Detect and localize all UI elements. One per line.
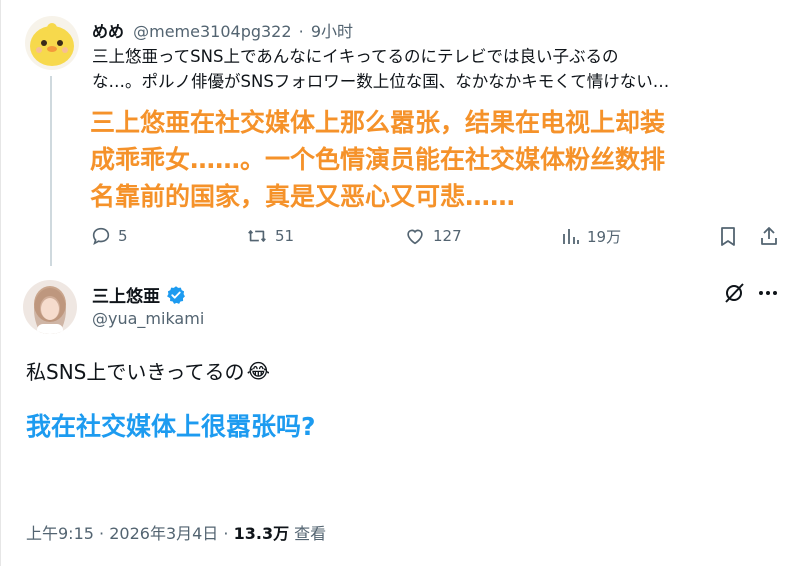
grok-button[interactable] xyxy=(723,282,745,304)
footer-separator: · xyxy=(223,524,229,543)
translation-line: 成乖乖女……。一个色情演员能在社交媒体粉丝数排 xyxy=(90,145,666,174)
main-tweet-text: 私SNS上でいきってるの 😂 xyxy=(26,356,270,385)
tweet-date[interactable]: 2026年3月4日 xyxy=(109,524,218,543)
like-count: 127 xyxy=(433,227,462,245)
bookmark-button[interactable] xyxy=(718,224,738,248)
parent-text-line: な…。ポルノ俳優がSNSフォロワー数上位な国、なかなかキモくて情けない… xyxy=(92,72,670,91)
repost-icon xyxy=(248,230,266,242)
parent-handle[interactable]: @meme3104pg322 xyxy=(133,22,291,41)
bar-chart-icon xyxy=(563,229,579,244)
parent-time[interactable]: 9小时 xyxy=(311,22,353,41)
translation-line: 三上悠亜在社交媒体上那么嚣张，结果在电视上却装 xyxy=(90,108,666,137)
views-count: 19万 xyxy=(587,227,622,246)
tweet-time[interactable]: 上午9:15 xyxy=(26,524,94,543)
reply-button[interactable]: 5 xyxy=(90,224,128,248)
repost-count: 51 xyxy=(275,227,295,245)
reply-count: 5 xyxy=(118,227,128,245)
main-display-name-row: 三上悠亜 xyxy=(92,282,186,307)
main-handle[interactable]: @yua_mikami xyxy=(92,309,204,328)
footer-separator: · xyxy=(99,524,105,543)
header-separator: · xyxy=(298,22,304,41)
bookmark-icon xyxy=(721,227,735,246)
tweet-screenshot: めめ @meme3104pg322 · 9小时 三上悠亜ってSNS上であんなにイ… xyxy=(0,0,800,566)
translation-line: 名靠前的国家，真是又恶心又可悲…… xyxy=(90,182,516,211)
like-button[interactable]: 127 xyxy=(403,224,462,248)
chick-avatar-icon[interactable] xyxy=(25,16,79,70)
parent-translation-overlay: 三上悠亜在社交媒体上那么嚣张，结果在电视上却装 成乖乖女……。一个色情演员能在社… xyxy=(90,104,790,215)
repost-button[interactable]: 51 xyxy=(245,224,294,248)
tweet-views-count[interactable]: 13.3万 xyxy=(234,524,289,543)
profile-avatar[interactable] xyxy=(23,280,77,334)
reply-icon xyxy=(92,227,110,246)
parent-display-name[interactable]: めめ xyxy=(92,22,124,41)
heart-icon xyxy=(407,229,423,245)
parent-tweet-header: めめ @meme3104pg322 · 9小时 xyxy=(92,18,355,42)
verified-badge-icon[interactable] xyxy=(166,285,186,305)
parent-action-bar: 5 51 127 19万 xyxy=(90,224,790,248)
views-button[interactable]: 19万 xyxy=(561,224,621,248)
share-button[interactable] xyxy=(758,224,780,248)
main-translation-overlay: 我在社交媒体上很嚣张吗? xyxy=(26,412,316,441)
thread-connector-line xyxy=(50,76,52,266)
main-text-content: 私SNS上でいきってるの xyxy=(26,360,245,384)
tears-of-joy-emoji: 😂 xyxy=(246,358,270,383)
tweet-views-label[interactable]: 查看 xyxy=(294,524,326,543)
share-icon xyxy=(761,227,777,245)
tweet-footer-meta: 上午9:15 · 2026年3月4日 · 13.3万 查看 xyxy=(26,520,326,544)
more-dots-icon xyxy=(759,291,777,295)
more-options-button[interactable] xyxy=(757,282,779,304)
parent-tweet-text: 三上悠亜ってSNS上であんなにイキってるのにテレビでは良い子ぶるの な…。ポルノ… xyxy=(92,44,782,94)
main-display-name[interactable]: 三上悠亜 xyxy=(92,282,160,307)
parent-text-line: 三上悠亜ってSNS上であんなにイキってるのにテレビでは良い子ぶるの xyxy=(92,47,619,66)
grok-icon xyxy=(725,283,744,303)
